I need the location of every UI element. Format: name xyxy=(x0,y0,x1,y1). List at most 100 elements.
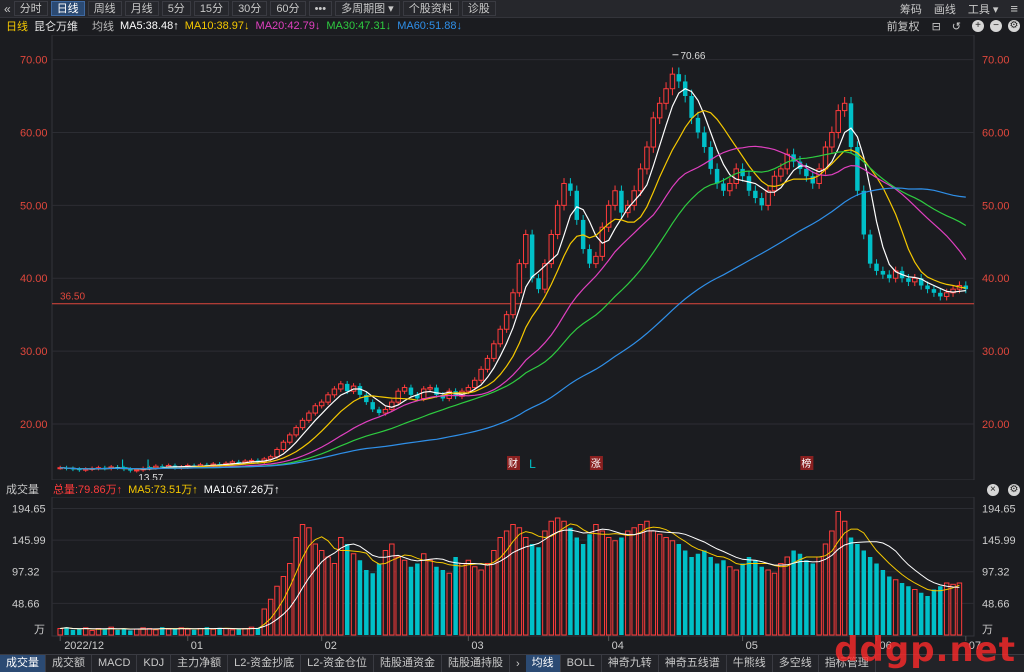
volume-bar xyxy=(223,628,229,636)
overlay-tab-1[interactable]: BOLL xyxy=(561,655,602,672)
volume-bar xyxy=(612,540,618,636)
draw-line-button[interactable]: 画线 xyxy=(934,1,956,17)
volume-bar xyxy=(364,570,369,635)
volume-bar xyxy=(778,563,784,636)
indicator-tab-6[interactable]: L2-资金仓位 xyxy=(301,655,374,672)
tab-period-6[interactable]: 30分 xyxy=(232,1,268,16)
tab-period-7[interactable]: 60分 xyxy=(270,1,306,16)
tab-period-5[interactable]: 15分 xyxy=(193,1,230,16)
volume-bar xyxy=(746,557,752,635)
candle xyxy=(306,410,312,423)
volume-bar xyxy=(650,530,657,636)
volume-bar xyxy=(503,530,510,636)
volume-bar xyxy=(210,628,216,636)
overlay-tab-0[interactable]: 均线 xyxy=(525,655,561,672)
volume-bar xyxy=(185,628,191,636)
tab-period-3[interactable]: 月线 xyxy=(124,1,159,16)
scroll-right-icon[interactable]: › xyxy=(510,658,526,670)
tab-period-8[interactable]: ••• xyxy=(308,1,333,16)
settings-icon[interactable]: ⚙ xyxy=(1008,20,1020,32)
volume-bar xyxy=(536,547,541,635)
volume-bar xyxy=(261,608,268,636)
volume-bar xyxy=(554,517,561,636)
candle xyxy=(497,325,503,348)
volume-bar xyxy=(357,560,363,635)
volume-bar xyxy=(816,556,822,636)
volume-tick-left: 145.99 xyxy=(12,535,46,547)
ma10-value: MA10:38.97↓ xyxy=(184,20,250,32)
chip-button[interactable]: 筹码 xyxy=(900,1,922,17)
candle xyxy=(918,273,924,290)
price-chart[interactable]: 20.00 20.00 30.00 30.00 40.00 40.00 50.00 50.00… xyxy=(0,35,1024,480)
overlay-tab-5[interactable]: 多空线 xyxy=(773,655,819,672)
candle xyxy=(287,432,293,445)
volume-bar xyxy=(689,557,694,635)
candle xyxy=(650,111,657,153)
reset-icon[interactable]: ↺ xyxy=(952,20,961,33)
lock-icon[interactable]: ⊟ xyxy=(932,20,941,33)
volume-bar xyxy=(472,566,478,636)
candle xyxy=(536,273,541,294)
price-tick-right: 30.00 xyxy=(982,346,1010,358)
menu-icon[interactable]: ≡ xyxy=(1010,1,1018,16)
volume-bar xyxy=(956,582,963,636)
tab-period-0[interactable]: 分时 xyxy=(13,1,48,16)
back-icon[interactable]: « xyxy=(4,2,11,16)
volume-bar xyxy=(415,563,420,635)
tab-period-10[interactable]: 个股资料 xyxy=(402,1,459,16)
candle xyxy=(554,200,561,240)
volume-settings-icon[interactable]: ⚙ xyxy=(1008,484,1020,496)
candle xyxy=(848,96,854,153)
event-marker-label: L xyxy=(146,457,153,471)
volume-bar xyxy=(695,553,701,635)
volume-bar xyxy=(867,557,873,635)
indicator-tab-1[interactable]: 成交额 xyxy=(46,655,92,672)
overlay-tab-3[interactable]: 神奇五线谱 xyxy=(659,655,727,672)
date-label: 04 xyxy=(612,640,624,652)
candle xyxy=(574,185,580,225)
tools-menu-button[interactable]: 工具 ▾ xyxy=(968,1,999,17)
close-icon[interactable]: × xyxy=(986,484,999,496)
tab-period-11[interactable]: 诊股 xyxy=(461,1,496,16)
candle xyxy=(376,406,382,416)
volume-bar xyxy=(165,628,172,636)
ma-label[interactable]: 均线 xyxy=(92,18,114,34)
volume-tick-right: 48.66 xyxy=(982,598,1010,610)
candle xyxy=(880,266,886,279)
overlay-tab-2[interactable]: 神奇九转 xyxy=(602,655,659,672)
zoom-out-icon[interactable]: − xyxy=(990,20,1002,32)
candle xyxy=(82,467,89,472)
tab-period-9[interactable]: 多周期图 ▾ xyxy=(335,1,400,16)
volume-bar xyxy=(721,560,726,635)
indicator-tab-3[interactable]: KDJ xyxy=(137,655,172,672)
tab-period-1[interactable]: 日线 xyxy=(50,1,85,16)
overlay-tab-4[interactable]: 牛熊线 xyxy=(727,655,773,672)
volume-tick-left: 97.32 xyxy=(12,567,40,579)
price-tick-left: 40.00 xyxy=(20,273,48,285)
date-label: 03 xyxy=(471,640,483,652)
volume-unit-left: 万 xyxy=(34,624,45,636)
candle xyxy=(561,178,567,211)
indicator-tab-0[interactable]: 成交量 xyxy=(0,655,46,672)
indicator-tab-4[interactable]: 主力净额 xyxy=(171,655,229,672)
candlesticks xyxy=(57,67,969,473)
indicator-tab-5[interactable]: L2-资金抄底 xyxy=(228,655,302,672)
zoom-in-icon[interactable]: + xyxy=(972,20,984,32)
volume-bar xyxy=(325,556,331,636)
price-grid xyxy=(51,35,975,480)
tab-period-4[interactable]: 5分 xyxy=(161,1,191,16)
volume-tick-left: 48.66 xyxy=(12,598,40,610)
volume-bar xyxy=(453,557,458,635)
candle xyxy=(370,399,375,413)
indicator-tab-7[interactable]: 陆股通资金 xyxy=(374,655,442,672)
candle xyxy=(299,417,306,431)
tab-period-2[interactable]: 周线 xyxy=(87,1,122,16)
candle xyxy=(835,104,841,139)
volume-bar xyxy=(702,550,707,635)
candle xyxy=(523,229,529,269)
volume-bar xyxy=(529,544,535,635)
volume-bar xyxy=(599,530,606,636)
adjust-mode-button[interactable]: 前复权 xyxy=(887,18,920,34)
indicator-tab-2[interactable]: MACD xyxy=(92,655,138,672)
indicator-tab-8[interactable]: 陆股通持股 xyxy=(442,655,510,672)
